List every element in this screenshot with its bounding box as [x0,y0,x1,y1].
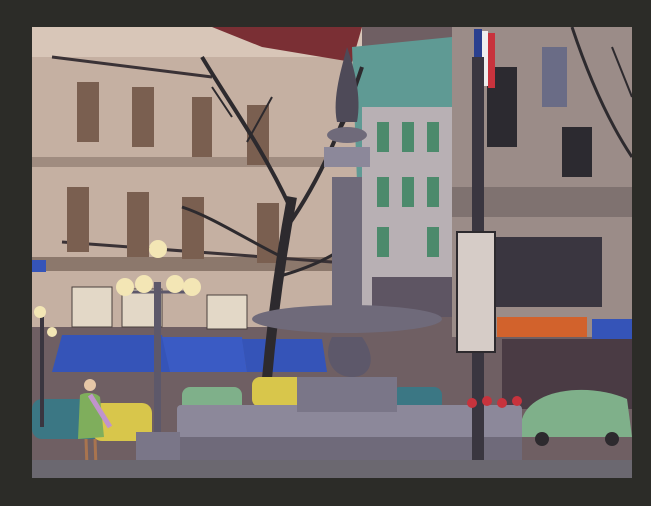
illustration-frame [32,27,632,478]
middle-building [352,37,462,317]
ground [32,460,632,478]
image-stage [0,0,651,506]
street-illustration [32,27,632,478]
